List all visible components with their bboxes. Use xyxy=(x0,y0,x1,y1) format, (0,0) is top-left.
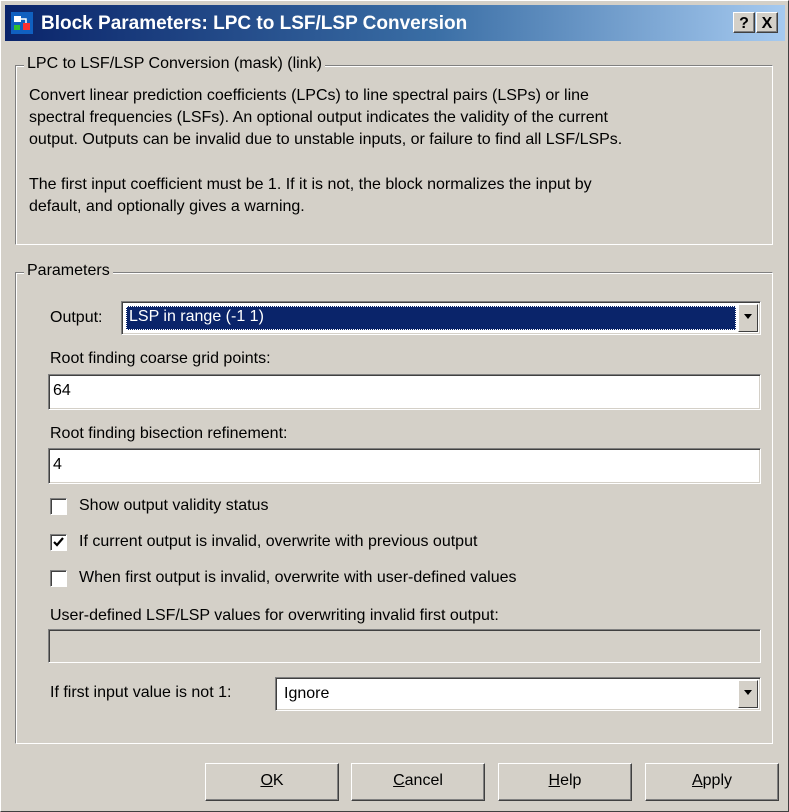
coarse-grid-label: Root finding coarse grid points: xyxy=(50,350,271,367)
description-line-3: output. Outputs can be invalid due to un… xyxy=(29,131,623,148)
description-line-1: Convert linear prediction coefficients (… xyxy=(29,87,589,104)
chevron-down-icon[interactable] xyxy=(738,680,758,708)
bisection-input[interactable]: 4 xyxy=(48,448,761,484)
apply-button[interactable]: Apply xyxy=(645,763,779,801)
description-group-legend: LPC to LSF/LSP Conversion (mask) (link) xyxy=(24,55,325,73)
output-dropdown[interactable]: LSP in range (-1 1) xyxy=(121,301,761,335)
show-validity-checkbox[interactable] xyxy=(50,498,67,515)
coarse-grid-input[interactable]: 64 xyxy=(48,374,761,410)
check-icon xyxy=(53,537,64,547)
first-input-value: Ignore xyxy=(284,685,330,702)
overwrite-user-defined-label: When first output is invalid, overwrite … xyxy=(79,569,517,586)
user-defined-label: User-defined LSF/LSP values for overwrit… xyxy=(50,607,499,624)
description-line-4: The first input coefficient must be 1. I… xyxy=(29,176,592,193)
help-title-button[interactable]: ? xyxy=(733,12,755,33)
show-validity-label: Show output validity status xyxy=(79,497,269,514)
cancel-button[interactable]: Cancel xyxy=(351,763,485,801)
user-defined-input[interactable] xyxy=(48,629,761,663)
overwrite-previous-checkbox[interactable] xyxy=(50,534,67,551)
simulink-block-icon xyxy=(11,12,33,34)
overwrite-user-defined-checkbox[interactable] xyxy=(50,570,67,587)
chevron-down-icon[interactable] xyxy=(738,304,758,332)
first-input-dropdown[interactable]: Ignore xyxy=(275,677,761,711)
coarse-grid-value: 64 xyxy=(53,382,71,399)
bisection-label: Root finding bisection refinement: xyxy=(50,425,288,442)
bisection-value: 4 xyxy=(53,456,62,473)
description-line-2: spectral frequencies (LSFs). An optional… xyxy=(29,109,608,126)
dialog-window: Block Parameters: LPC to LSF/LSP Convers… xyxy=(0,0,789,812)
parameters-group-legend: Parameters xyxy=(24,262,113,280)
window-title: Block Parameters: LPC to LSF/LSP Convers… xyxy=(41,13,468,34)
ok-button[interactable]: OK xyxy=(205,763,339,801)
close-button[interactable]: X xyxy=(756,12,778,33)
first-input-label: If first input value is not 1: xyxy=(50,684,232,701)
output-label: Output: xyxy=(50,309,103,326)
title-bar[interactable]: Block Parameters: LPC to LSF/LSP Convers… xyxy=(5,5,785,41)
help-button[interactable]: Help xyxy=(498,763,632,801)
overwrite-previous-label: If current output is invalid, overwrite … xyxy=(79,533,478,550)
description-line-5: default, and optionally gives a warning. xyxy=(29,198,305,215)
output-selected-value: LSP in range (-1 1) xyxy=(126,306,736,330)
